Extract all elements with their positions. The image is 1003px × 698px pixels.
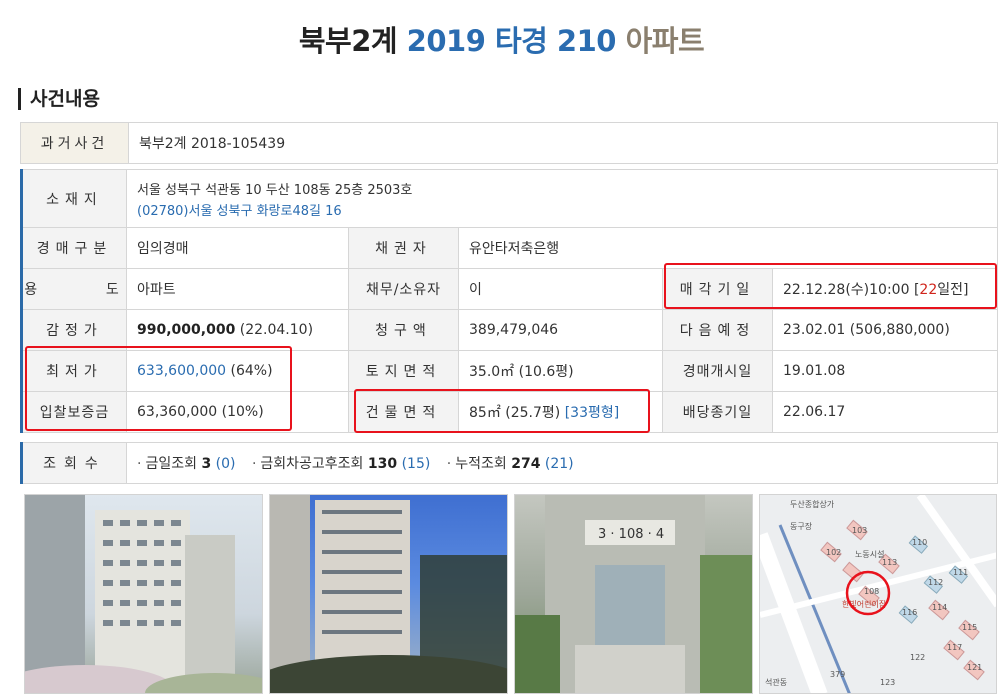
claim-label: 청구액 bbox=[348, 309, 459, 351]
land-area-value: 35.0㎡ (10.6평) bbox=[458, 350, 663, 392]
sale-date-label: 매각기일 bbox=[662, 268, 773, 310]
building-photo-3[interactable]: 3 · 108 · 4 bbox=[514, 494, 753, 694]
map-label: 102 bbox=[826, 548, 841, 557]
usage-label: 용 도 bbox=[21, 268, 127, 310]
auction-type-label: 경매구분 bbox=[21, 227, 127, 269]
deposit-value: 63,360,000 (10%) bbox=[126, 391, 349, 433]
days-suffix: 일전] bbox=[937, 282, 969, 298]
past-case-link[interactable]: 북부2계 2018-105439 bbox=[128, 122, 998, 164]
past-case-label: 과거사건 bbox=[20, 122, 129, 164]
days-left: 22 bbox=[919, 282, 938, 298]
claim-value: 389,479,046 bbox=[458, 309, 663, 351]
map-label: 노동시설 bbox=[855, 549, 884, 559]
court-name: 북부2계 bbox=[298, 24, 398, 58]
sale-date-value: 22.12.28(수)10:00 [22일전] bbox=[772, 268, 998, 310]
map-label: 114 bbox=[932, 603, 947, 612]
table-row: 용 도 아파트 채무/소유자 이 매각기일 22.12.28(수)10:00 [… bbox=[21, 268, 998, 310]
start-date-label: 경매개시일 bbox=[662, 350, 773, 392]
map-label: 동구장 bbox=[790, 521, 813, 531]
table-row: 조회수 · 금일조회 3 (0) · 금회차공고후조회 130 (15) · 누적조회… bbox=[21, 442, 998, 484]
appraisal-amount: 990,000,000 bbox=[137, 322, 236, 338]
min-price-note: (64%) bbox=[226, 363, 273, 379]
section-heading: 사건내용 bbox=[18, 88, 100, 110]
view-total: · 누적조회 274 (21) bbox=[446, 456, 574, 472]
map-label: 122 bbox=[910, 653, 925, 662]
property-kind: 아파트 bbox=[625, 24, 705, 58]
map-label: 103 bbox=[852, 526, 867, 535]
creditor-label: 채권자 bbox=[348, 227, 459, 269]
auction-type-value: 임의경매 bbox=[126, 227, 349, 269]
debtor-label: 채무/소유자 bbox=[348, 268, 459, 310]
case-number: 2019 타경 210 bbox=[406, 24, 617, 58]
view-since-notice: · 금회차공고후조회 130 (15) bbox=[251, 456, 431, 472]
map-label: 116 bbox=[902, 608, 917, 617]
table-row: 최저가 633,600,000 (64%) 토지면적 35.0㎡ (10.6평)… bbox=[21, 350, 998, 392]
deposit-label: 입찰보증금 bbox=[21, 391, 127, 433]
view-count-values: · 금일조회 3 (0) · 금회차공고후조회 130 (15) · 누적조회 274… bbox=[126, 442, 998, 484]
view-count-table: 조회수 · 금일조회 3 (0) · 금회차공고후조회 130 (15) · 누적조회… bbox=[20, 442, 998, 484]
dividend-end-value: 22.06.17 bbox=[772, 391, 998, 433]
usage-value: 아파트 bbox=[126, 268, 349, 310]
table-row: 과거사건 북부2계 2018-105439 bbox=[20, 122, 998, 164]
location-value: 서울 성북구 석관동 10 두산 108동 25층 2503호 (02780)서… bbox=[126, 169, 998, 228]
svg-text:3 · 108 · 4: 3 · 108 · 4 bbox=[598, 527, 664, 542]
view-count-label: 조회수 bbox=[21, 442, 127, 484]
unit-type-link[interactable]: [33평형] bbox=[565, 405, 620, 421]
table-row: 감정가 990,000,000 (22.04.10) 청구액 389,479,0… bbox=[21, 309, 998, 351]
map-label: 113 bbox=[882, 558, 897, 567]
table-row: 경매구분 임의경매 채권자 유안타저축은행 bbox=[21, 227, 998, 269]
min-price-amount: 633,600,000 bbox=[137, 363, 227, 379]
appraisal-label: 감정가 bbox=[21, 309, 127, 351]
past-case-table: 과거사건 북부2계 2018-105439 bbox=[20, 122, 998, 164]
next-date-value: 23.02.01 (506,880,000) bbox=[772, 309, 998, 351]
map-label: 110 bbox=[912, 538, 927, 547]
creditor-value: 유안타저축은행 bbox=[458, 227, 998, 269]
min-price-label: 최저가 bbox=[21, 350, 127, 392]
building-photo-2[interactable] bbox=[269, 494, 508, 694]
map-label: 117 bbox=[947, 643, 962, 652]
location-label: 소재지 bbox=[21, 169, 127, 228]
address: 서울 성북구 석관동 10 두산 108동 25층 2503호 bbox=[137, 182, 413, 198]
case-info-table: 소재지 서울 성북구 석관동 10 두산 108동 25층 2503호 (027… bbox=[20, 169, 998, 433]
dividend-end-label: 배당종기일 bbox=[662, 391, 773, 433]
map-label: 두산종합상가 bbox=[790, 499, 835, 509]
debtor-value: 이 bbox=[458, 268, 663, 310]
map-label: 121 bbox=[967, 663, 982, 672]
map-label: 379 bbox=[830, 670, 845, 679]
sale-date-text: 22.12.28(수)10:00 [ bbox=[783, 282, 920, 298]
map-label: 115 bbox=[962, 623, 977, 632]
view-today: · 금일조회 3 (0) bbox=[137, 456, 236, 472]
building-photo-1[interactable] bbox=[24, 494, 263, 694]
table-row: 소재지 서울 성북구 석관동 10 두산 108동 25층 2503호 (027… bbox=[21, 169, 998, 228]
table-row: 입찰보증금 63,360,000 (10%) 건물면적 85㎡ (25.7평) … bbox=[21, 391, 998, 433]
appraisal-value: 990,000,000 (22.04.10) bbox=[126, 309, 349, 351]
page-title: 북부2계 2019 타경 210 아파트 bbox=[0, 18, 1003, 60]
map-label: 111 bbox=[953, 568, 968, 577]
map-label: 123 bbox=[880, 678, 895, 687]
map-label: 석관동 bbox=[765, 677, 787, 687]
min-price-value: 633,600,000 (64%) bbox=[126, 350, 349, 392]
map-label: 112 bbox=[928, 578, 943, 587]
start-date-value: 19.01.08 bbox=[772, 350, 998, 392]
appraisal-note: (22.04.10) bbox=[235, 322, 314, 338]
map-label: 108 bbox=[864, 587, 879, 596]
next-date-label: 다음예정 bbox=[662, 309, 773, 351]
road-address: (02780)서울 성북구 화랑로48길 16 bbox=[137, 203, 342, 219]
building-area-label: 건물면적 bbox=[348, 391, 459, 433]
location-map[interactable]: 두산종합상가 동구장 노동시설 한빛어린이집 석관동 379 102 103 1… bbox=[759, 494, 997, 694]
land-area-label: 토지면적 bbox=[348, 350, 459, 392]
building-area-value: 85㎡ (25.7평) [33평형] bbox=[458, 391, 663, 433]
building-area-text: 85㎡ (25.7평) bbox=[469, 405, 565, 421]
